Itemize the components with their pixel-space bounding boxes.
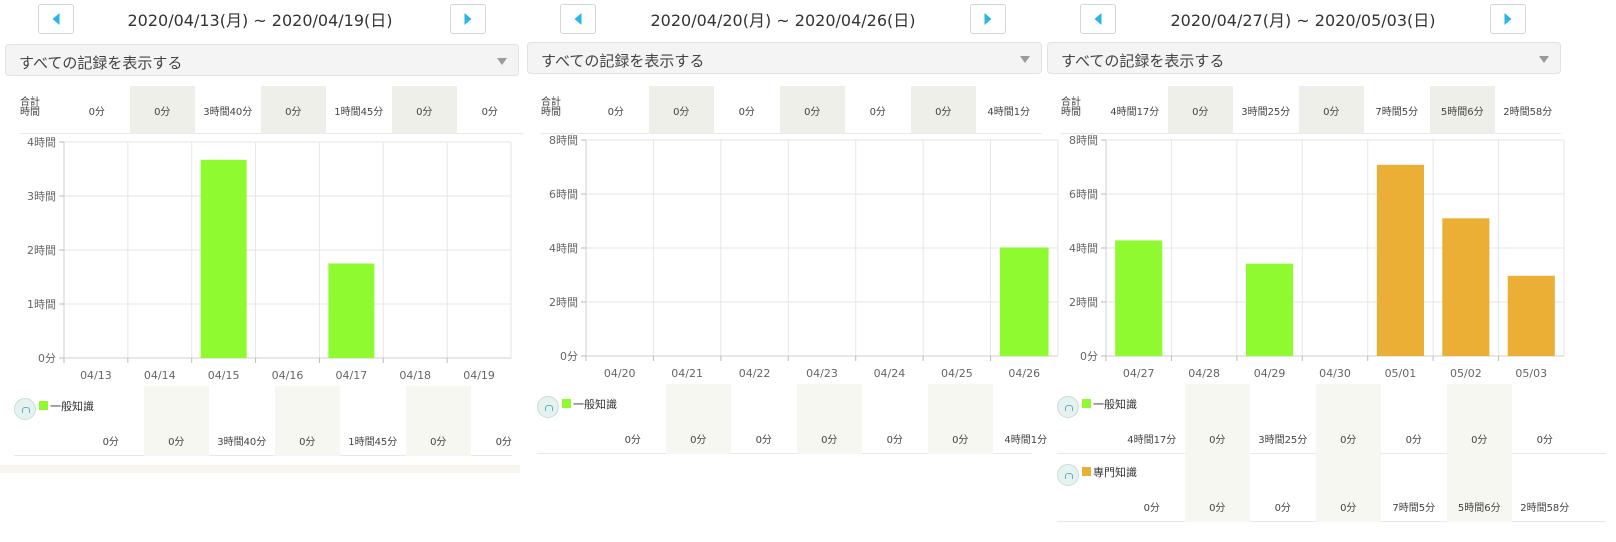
bar-general-04-15 (200, 159, 247, 358)
subject-daily-cell: 1時間45分 (348, 437, 398, 448)
x-tick-label: 04/30 (1319, 367, 1351, 380)
y-tick-label: 2時間 (549, 296, 578, 309)
subject-daily-cell: 0分 (796, 384, 862, 454)
y-tick-label: 8時間 (1069, 134, 1098, 147)
study-time-bar-chart: 0分 2時間 4時間 6時間 8時間 04/27 04/28 04/29 04/30 05/01 0… (1044, 0, 1616, 390)
subject-daily-cell: 2時間58分 (1520, 503, 1570, 514)
subject-daily-cell: 0分 (143, 386, 209, 456)
subject-daily-row: 0分 0分 3時間40分 0分 1時間45分 0分 0分 (14, 386, 512, 456)
x-tick-label: 04/15 (208, 369, 240, 382)
subject-daily-cell: 0分 (1405, 435, 1422, 446)
subject-daily-row: 0分 0分 0分 0分 7時間5分 5時間6分 2時間58分 (1057, 452, 1606, 522)
y-tick-label: 3時間 (27, 190, 56, 203)
x-tick-label: 04/19 (463, 369, 495, 382)
week-panel-1: 2020/04/13(月) ~ 2020/04/19(日) すべての記録を表示する… (0, 0, 523, 542)
y-tick-label: 1時間 (27, 298, 56, 311)
week-panel-3: 2020/04/27(月) ~ 2020/05/03(日) すべての記録を表示する… (1044, 0, 1616, 542)
subject-daily-cell: 4時間17分 (1127, 435, 1177, 446)
subject-daily-cell: 0分 (755, 435, 772, 446)
y-tick-label: 4時間 (549, 242, 578, 255)
subject-daily-cell: 0分 (886, 435, 903, 446)
y-tick-label: 2時間 (27, 244, 56, 257)
x-tick-label: 04/23 (806, 367, 838, 380)
subject-daily-cell: 0分 (1274, 503, 1291, 514)
bar-general-04-27 (1115, 240, 1163, 356)
chart-svg: 0分 1時間 2時間 3時間 4時間 04/13 04/14 04/15 04/16 04/17 0… (27, 136, 512, 382)
y-tick-label: 4時間 (27, 136, 56, 149)
subject-daily-cell: 7時間5分 (1392, 503, 1436, 514)
y-tick-label: 8時間 (549, 134, 578, 147)
bar-general-04-26 (1000, 247, 1049, 356)
x-tick-label: 04/13 (80, 369, 112, 382)
x-tick-label: 04/21 (671, 367, 703, 380)
subject-daily-cell: 0分 (102, 437, 119, 448)
subject-daily-cell: 0分 (405, 386, 471, 456)
subject-daily-cell: 5時間6分 (1446, 452, 1512, 522)
x-tick-label: 04/14 (144, 369, 176, 382)
x-tick-label: 04/26 (1008, 367, 1040, 380)
panel-bottom-edge (0, 465, 520, 473)
subject-daily-cell: 3時間25分 (1258, 435, 1308, 446)
chart-svg: 0分 2時間 4時間 6時間 8時間 04/20 04/21 04/22 04/23 04/24 0… (549, 134, 1059, 380)
x-tick-label: 04/27 (1123, 367, 1155, 380)
study-time-bar-chart: 0分 2時間 4時間 6時間 8時間 04/20 04/21 04/22 04/23 04/24 0… (524, 0, 1059, 390)
x-tick-label: 04/17 (336, 369, 368, 382)
subject-daily-cell: 0分 (1315, 452, 1381, 522)
subject-daily-cell: 0分 (274, 386, 340, 456)
bar-general-04-17 (328, 263, 375, 358)
subject-daily-cell: 0分 (1184, 452, 1250, 522)
subject-daily-cell: 0分 (665, 384, 731, 454)
subject-daily-cell: 0分 (1536, 435, 1553, 446)
y-tick-label: 0分 (38, 352, 56, 365)
bar-special-05-03 (1507, 275, 1555, 356)
y-tick-label: 2時間 (1069, 296, 1098, 309)
subject-daily-cell: 0分 (927, 384, 993, 454)
bar-special-05-01 (1376, 164, 1424, 356)
subject-daily-row: 0分 0分 0分 0分 0分 0分 4時間1分 (537, 384, 1047, 454)
x-tick-label: 04/20 (604, 367, 636, 380)
subject-daily-cell: 3時間40分 (217, 437, 267, 448)
subject-daily-cell: 0分 (624, 435, 641, 446)
subject-daily-cell: 0分 (1315, 384, 1381, 454)
x-tick-label: 04/18 (399, 369, 431, 382)
x-tick-label: 04/16 (272, 369, 304, 382)
x-tick-label: 05/01 (1385, 367, 1417, 380)
bar-general-04-29 (1246, 263, 1294, 356)
x-tick-label: 04/22 (739, 367, 771, 380)
y-tick-label: 0分 (560, 350, 578, 363)
week-panel-2: 2020/04/20(月) ~ 2020/04/26(日) すべての記録を表示する… (524, 0, 1059, 542)
x-tick-label: 04/25 (941, 367, 973, 380)
y-tick-label: 4時間 (1069, 242, 1098, 255)
subject-daily-cell: 0分 (1446, 384, 1512, 454)
x-tick-label: 04/29 (1254, 367, 1286, 380)
chart-svg: 0分 2時間 4時間 6時間 8時間 04/27 04/28 04/29 04/30 05/01 0… (1069, 134, 1565, 380)
subject-daily-cell: 0分 (1143, 503, 1160, 514)
subject-daily-cell: 0分 (1184, 384, 1250, 454)
bar-special-05-02 (1442, 218, 1490, 356)
x-tick-label: 04/28 (1188, 367, 1220, 380)
study-time-bar-chart: 0分 1時間 2時間 3時間 4時間 04/13 04/14 04/15 04/16 04/17 0… (0, 0, 522, 390)
x-tick-label: 05/03 (1515, 367, 1547, 380)
y-tick-label: 6時間 (1069, 188, 1098, 201)
y-tick-label: 0分 (1080, 350, 1098, 363)
x-tick-label: 04/24 (874, 367, 906, 380)
y-tick-label: 6時間 (549, 188, 578, 201)
x-tick-label: 05/02 (1450, 367, 1482, 380)
subject-daily-row: 4時間17分 0分 3時間25分 0分 0分 0分 0分 (1057, 384, 1606, 454)
